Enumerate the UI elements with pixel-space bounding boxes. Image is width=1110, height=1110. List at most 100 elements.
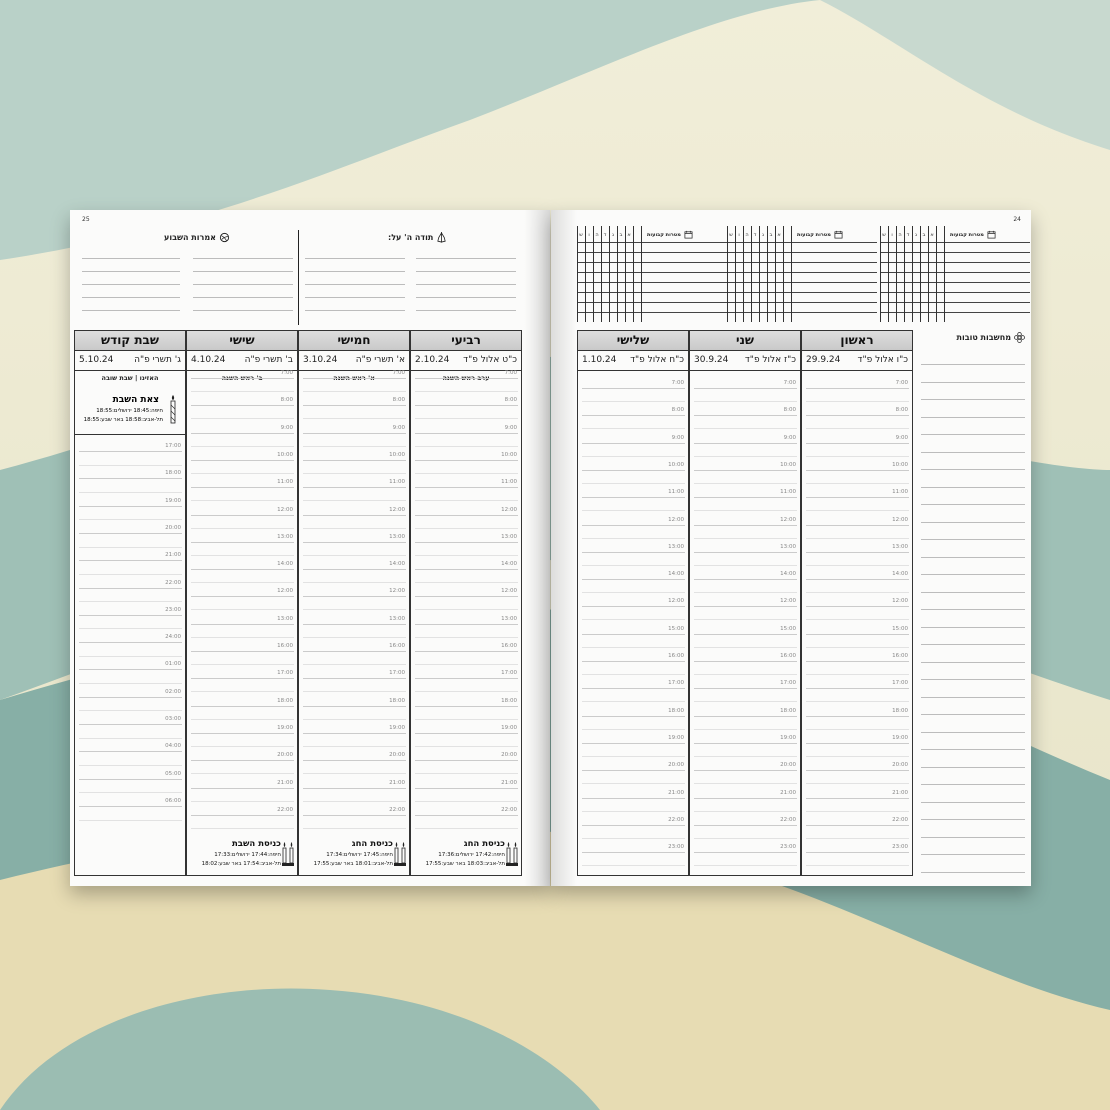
habit-col-line: [896, 226, 897, 322]
hour-line: [303, 814, 406, 816]
habit-row-line: [577, 312, 727, 313]
thoughts-panel: מחשבות טובות: [917, 328, 1029, 884]
candle-lighting-line: תל-אביב:18:01 באר שבע:17:55: [313, 861, 393, 867]
half-hour-line: [303, 664, 406, 665]
hour-label: 9:00: [895, 434, 908, 441]
habit-day-letter: א: [777, 232, 781, 238]
hour-line: [303, 569, 406, 571]
half-hour-line: [415, 582, 518, 584]
calendar-icon: [834, 230, 843, 239]
note-line: [193, 271, 293, 272]
habit-day-letter: ש: [729, 232, 733, 238]
note-line: [193, 284, 293, 285]
half-hour-line: [806, 428, 909, 430]
gregorian-date: 2.10.24: [415, 355, 450, 365]
habit-row-line: [577, 282, 727, 283]
candle-lighting-line: חיפה:17:42 ירושלים:17:36: [438, 852, 505, 858]
hour-label: 15:00: [668, 625, 684, 632]
hour-label: 8:00: [280, 397, 293, 404]
hour-line: [79, 751, 182, 753]
hour-label: 23:00: [780, 844, 796, 851]
hour-line: [582, 770, 685, 772]
habit-day-letter: ב: [619, 232, 623, 238]
habit-row-line: [577, 252, 727, 253]
habit-row-line: [727, 302, 877, 303]
habit-day-letter: ו: [891, 232, 893, 238]
day-name: שבת קודש: [75, 331, 185, 351]
half-hour-line: [79, 764, 182, 766]
hour-line: [191, 732, 294, 734]
habit-day-letter: ה: [898, 232, 902, 238]
hour-line: [191, 787, 294, 789]
date-bar: 2.10.24 כ"ט אלול פ"ד: [411, 351, 521, 371]
day-name: ראשון: [802, 331, 912, 351]
hour-label: 9:00: [392, 424, 405, 431]
thoughts-title: מחשבות טובות: [957, 332, 1026, 343]
candles-icon: [506, 842, 518, 866]
hour-line: [191, 678, 294, 680]
gregorian-date: 4.10.24: [191, 355, 226, 365]
hour-line: [694, 388, 797, 389]
day-column: חמישי 3.10.24 א' תשרי פ"ה א' ראש השנה 7:00 8:…: [298, 330, 410, 876]
calendar-icon: [684, 230, 693, 239]
habit-title: מטרות קבועות: [950, 230, 996, 239]
hour-label: 12:00: [668, 598, 684, 605]
thought-line: [921, 784, 1025, 785]
hour-line: [415, 787, 518, 789]
hour-line: [415, 378, 518, 379]
candle-lighting-box: כניסת החג חיפה:17:42 ירושלים:17:36 תל-אביב…: [411, 835, 521, 873]
day-column: שלישי 1.10.24 כ"ח אלול פ"ד 7:00 8:00 9:00 10:0…: [577, 330, 689, 876]
half-hour-line: [191, 800, 294, 802]
hour-label: 14:00: [501, 561, 517, 568]
hour-line: [303, 787, 406, 789]
half-hour-line: [806, 810, 909, 812]
thought-line: [921, 364, 1025, 365]
half-hour-line: [806, 455, 909, 457]
hour-line: [303, 459, 406, 461]
half-hour-line: [79, 573, 182, 575]
hour-label: 20:00: [277, 752, 293, 759]
hour-line: [694, 469, 797, 471]
note-line: [305, 271, 405, 272]
hour-label: 19:00: [501, 724, 517, 731]
candle-lighting-line: חיפה:17:45 ירושלים:17:34: [326, 852, 393, 858]
half-hour-line: [191, 472, 294, 474]
habit-col-line: [904, 226, 905, 322]
hour-label: 7:00: [392, 370, 405, 376]
habit-title-label: מטרות קבועות: [797, 231, 831, 238]
hour-line: [191, 596, 294, 598]
hour-line: [191, 651, 294, 652]
habit-row-line: [727, 312, 877, 313]
hour-line: [694, 606, 797, 608]
habit-row-line: [577, 272, 727, 273]
shabbat-exit-line: תל-אביב:18:58 באר שבע:18:55: [83, 417, 163, 423]
half-hour-line: [303, 472, 406, 474]
hour-label: 16:00: [892, 653, 908, 659]
date-bar: 5.10.24 ג' תשרי פ"ה: [75, 351, 185, 371]
hour-line: [79, 478, 182, 480]
hour-label: 12:00: [668, 516, 684, 523]
hour-line: [806, 715, 909, 717]
half-hour-line: [694, 564, 797, 566]
habit-row-line: [727, 282, 877, 283]
hour-label: 15:00: [892, 625, 908, 632]
gregorian-date: 3.10.24: [303, 355, 338, 365]
hour-line: [582, 824, 685, 826]
thought-line: [921, 871, 1025, 873]
half-hour-line: [303, 445, 406, 447]
thought-line: [921, 644, 1025, 645]
hour-label: 19:00: [780, 734, 796, 741]
half-hour-line: [191, 500, 294, 502]
habit-col-line: [791, 226, 792, 322]
half-hour-line: [694, 482, 797, 484]
hour-line: [303, 705, 406, 707]
hour-line: [191, 378, 294, 379]
hour-line: [191, 760, 294, 762]
hour-line: [79, 642, 182, 644]
hour-line: [694, 524, 797, 526]
hour-label: 12:00: [501, 506, 517, 513]
hour-label: 03:00: [165, 716, 181, 722]
weekly-sayings-title: אמרות השבוע: [164, 232, 230, 243]
day-column: שבת קודש 5.10.24 ג' תשרי פ"ה האזינו | שבת ש…: [74, 330, 186, 876]
hour-label: 22:00: [501, 806, 517, 813]
